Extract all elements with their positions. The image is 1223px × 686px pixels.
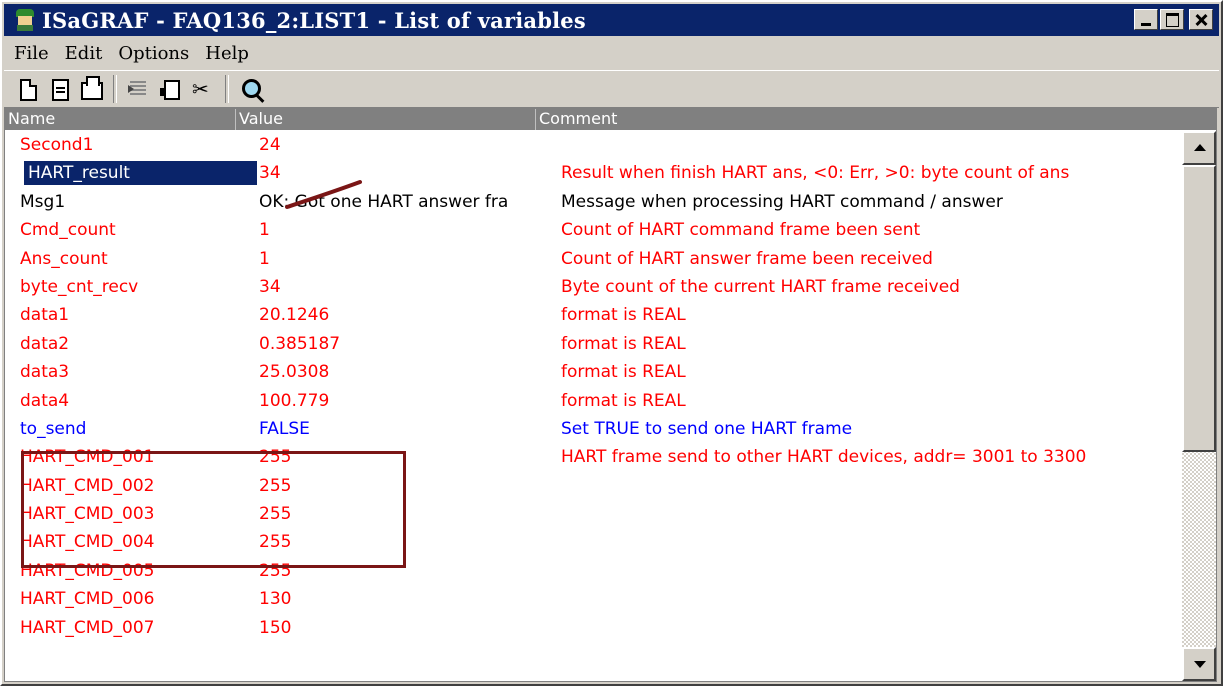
search-icon bbox=[242, 79, 261, 98]
scroll-down-button[interactable] bbox=[1182, 647, 1216, 681]
variables-list[interactable]: Name Value Comment Second1 24 HART_result 3… bbox=[4, 108, 1217, 682]
variable-row[interactable]: data1 20.1246 format is REAL bbox=[5, 301, 1183, 329]
variable-value: 130 bbox=[259, 589, 292, 610]
cut-button[interactable]: ✂ bbox=[190, 76, 216, 102]
window-title: ISaGRAF - FAQ136_2:LIST1 - List of varia… bbox=[42, 7, 586, 33]
menu-bar: File Edit Options Help bbox=[4, 38, 1219, 68]
properties-button[interactable] bbox=[46, 76, 72, 102]
menu-file[interactable]: File bbox=[4, 43, 57, 64]
column-header-name[interactable]: Name bbox=[5, 109, 236, 130]
variable-row[interactable]: data4 100.779 format is REAL bbox=[5, 387, 1183, 415]
search-button[interactable] bbox=[238, 76, 264, 102]
vertical-scrollbar[interactable] bbox=[1182, 131, 1216, 681]
variable-row[interactable]: HART_CMD_006 130 bbox=[5, 585, 1183, 613]
variable-name: data1 bbox=[20, 305, 70, 326]
variable-value: 0.385187 bbox=[259, 333, 341, 354]
close-button[interactable] bbox=[1189, 9, 1213, 30]
variable-value: 100.779 bbox=[259, 390, 330, 411]
variable-row[interactable]: to_send FALSE Set TRUE to send one HART fr… bbox=[5, 415, 1183, 443]
variable-comment: Count of HART answer frame been received bbox=[561, 248, 933, 269]
isagraf-app-icon[interactable] bbox=[14, 9, 36, 31]
variable-comment: format is REAL bbox=[561, 305, 686, 326]
variable-value: FALSE bbox=[259, 418, 310, 439]
maximize-button[interactable] bbox=[1160, 9, 1184, 30]
variable-comment: HART frame send to other HART devices, a… bbox=[561, 447, 1087, 468]
toolbar: ✂ bbox=[4, 70, 1219, 108]
variable-name: HART_CMD_007 bbox=[20, 617, 155, 638]
insert-button[interactable] bbox=[126, 76, 152, 102]
new-icon bbox=[20, 79, 37, 101]
variable-row[interactable]: HART_CMD_007 150 bbox=[5, 614, 1183, 642]
variable-row[interactable]: Second1 24 bbox=[5, 131, 1183, 159]
variable-row[interactable]: data3 25.0308 format is REAL bbox=[5, 358, 1183, 386]
variable-comment: Byte count of the current HART frame rec… bbox=[561, 276, 960, 297]
new-button[interactable] bbox=[14, 76, 40, 102]
variable-comment: Set TRUE to send one HART frame bbox=[561, 418, 853, 439]
variable-name: to_send bbox=[20, 418, 87, 439]
cut-icon: ✂ bbox=[192, 77, 209, 101]
variable-name: byte_cnt_recv bbox=[20, 276, 139, 297]
app-window: ISaGRAF - FAQ136_2:LIST1 - List of varia… bbox=[0, 0, 1223, 686]
variable-value: 25.0308 bbox=[259, 362, 330, 383]
column-header-value[interactable]: Value bbox=[236, 109, 536, 130]
annotation-highlight-box bbox=[21, 451, 406, 568]
variable-comment: format is REAL bbox=[561, 333, 686, 354]
variable-name: data3 bbox=[20, 362, 70, 383]
variable-name: HART_CMD_006 bbox=[20, 589, 155, 610]
column-header-comment[interactable]: Comment bbox=[536, 109, 1216, 130]
variable-value: 34 bbox=[259, 276, 281, 297]
variable-row[interactable]: Ans_count 1 Count of HART answer frame bee… bbox=[5, 245, 1183, 273]
variable-value: 150 bbox=[259, 617, 292, 638]
variable-value: 24 bbox=[259, 135, 281, 155]
variable-name: data4 bbox=[20, 390, 70, 411]
menu-options[interactable]: Options bbox=[110, 43, 197, 64]
paste-button[interactable] bbox=[158, 76, 184, 102]
variable-name: data2 bbox=[20, 333, 70, 354]
print-icon bbox=[81, 76, 103, 100]
variable-row[interactable]: data2 0.385187 format is REAL bbox=[5, 330, 1183, 358]
variable-name: Msg1 bbox=[20, 191, 66, 212]
menu-edit[interactable]: Edit bbox=[57, 43, 111, 64]
list-header: Name Value Comment bbox=[5, 109, 1216, 130]
variable-value: 1 bbox=[259, 220, 270, 241]
scroll-up-button[interactable] bbox=[1182, 131, 1216, 165]
variable-row[interactable]: byte_cnt_recv 34 Byte count of the current… bbox=[5, 273, 1183, 301]
menu-help[interactable]: Help bbox=[197, 43, 257, 64]
insert-icon bbox=[128, 81, 146, 95]
toolbar-separator bbox=[225, 75, 229, 103]
variable-value: 20.1246 bbox=[259, 305, 330, 326]
variable-name: Cmd_count bbox=[20, 220, 116, 241]
variable-comment: Result when finish HART ans, <0: Err, >0… bbox=[561, 163, 1070, 184]
title-bar[interactable]: ISaGRAF - FAQ136_2:LIST1 - List of varia… bbox=[4, 4, 1219, 36]
variable-row[interactable]: Cmd_count 1 Count of HART command frame be… bbox=[5, 216, 1183, 244]
variable-name: HART_result bbox=[24, 161, 257, 186]
variable-row[interactable]: Msg1 OK: Got one HART answer fra Message w… bbox=[5, 188, 1183, 216]
print-button[interactable] bbox=[78, 76, 104, 102]
variable-comment: format is REAL bbox=[561, 362, 686, 383]
variable-value: 1 bbox=[259, 248, 270, 269]
annotation-pen-stroke bbox=[285, 180, 362, 209]
paste-icon bbox=[160, 80, 180, 100]
variable-comment: Message when processing HART command / a… bbox=[561, 191, 1003, 212]
window-controls bbox=[1134, 9, 1213, 30]
variable-comment: Count of HART command frame been sent bbox=[561, 220, 921, 241]
variable-name: Second1 bbox=[20, 135, 94, 155]
variable-name: Ans_count bbox=[20, 248, 108, 269]
properties-icon bbox=[52, 79, 69, 101]
toolbar-separator bbox=[113, 75, 117, 103]
variable-row[interactable]: HART_result 34 Result when finish HART ans… bbox=[5, 159, 1183, 187]
variable-comment: format is REAL bbox=[561, 390, 686, 411]
minimize-button[interactable] bbox=[1134, 9, 1158, 30]
scrollbar-thumb[interactable] bbox=[1182, 165, 1216, 452]
